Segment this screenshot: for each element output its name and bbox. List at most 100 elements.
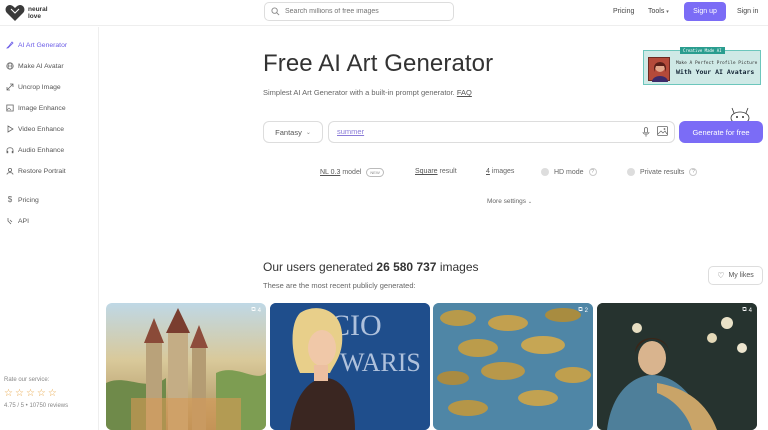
private-results-toggle[interactable]: Private results ? — [627, 168, 698, 176]
generated-prefix: Our users generated — [263, 260, 374, 274]
svg-text:WARIS: WARIS — [340, 348, 421, 377]
play-icon — [7, 125, 14, 133]
new-badge: NEW — [366, 168, 384, 177]
sidebar-item-api[interactable]: API — [6, 215, 29, 227]
headphones-icon — [6, 147, 14, 154]
faq-link[interactable]: FAQ — [457, 88, 472, 97]
private-results-label: Private results — [640, 168, 685, 176]
logo-text: neural love — [28, 6, 48, 20]
model-option[interactable]: NL 0.3 model NEW — [320, 168, 384, 177]
count-value: 4 — [748, 307, 752, 314]
generated-suffix: images — [439, 260, 479, 274]
star-icon[interactable]: ☆ — [26, 389, 35, 399]
info-icon[interactable]: ? — [588, 168, 597, 176]
star-icon[interactable]: ☆ — [37, 389, 46, 399]
rating-summary: 4.75 / 5 • 10750 reviews — [4, 403, 69, 409]
star-icon[interactable]: ☆ — [4, 389, 13, 399]
rating-stars[interactable]: ☆ ☆ ☆ ☆ ☆ — [4, 389, 57, 399]
image-count-option[interactable]: 4 images — [486, 168, 514, 175]
star-icon[interactable]: ☆ — [48, 389, 57, 399]
ad-line-1: Make A Perfect Profile Picture — [676, 61, 758, 66]
chevron-down-icon: ⌄ — [305, 129, 311, 136]
model-suffix: model — [342, 169, 362, 176]
sidebar-item-pricing[interactable]: $ Pricing — [6, 194, 39, 206]
model-option-text: NL 0.3 model — [320, 169, 361, 176]
sidebar-item-label: Pricing — [18, 196, 39, 204]
aspect-link[interactable]: Square — [415, 168, 438, 175]
microphone-icon[interactable] — [642, 127, 650, 137]
star-icon[interactable]: ☆ — [15, 389, 24, 399]
model-link[interactable]: NL 0.3 — [320, 169, 340, 176]
prompt-field[interactable] — [328, 121, 675, 143]
sidebar-item-label: Audio Enhance — [18, 146, 65, 154]
search-input[interactable] — [285, 8, 445, 15]
sidebar-item-label: AI Art Generator — [18, 41, 68, 49]
sidebar-item-label: Uncrop Image — [18, 83, 61, 91]
avatar-ad-banner[interactable]: Creative Made AI Make A Perfect Profile … — [643, 47, 761, 85]
chevron-down-icon: ▾ — [666, 9, 669, 15]
sidebar-item-uncrop-image[interactable]: Uncrop Image — [6, 81, 61, 93]
aspect-option-text: Square result — [415, 168, 457, 175]
my-likes-button[interactable]: ♡ My likes — [708, 266, 763, 285]
subtitle-text: Simplest AI Art Generator with a built-i… — [263, 88, 455, 97]
api-icon — [7, 218, 13, 225]
count-value: 2 — [584, 307, 588, 314]
nav-tools[interactable]: Tools ▾ — [648, 8, 669, 15]
more-settings[interactable]: More settings ⌄ — [487, 198, 532, 205]
sidebar-item-restore-portrait[interactable]: Restore Portrait — [6, 165, 66, 177]
image-count-suffix: images — [491, 168, 515, 175]
gallery-image-castle[interactable]: ⧉ 4 — [106, 303, 266, 430]
sidebar-item-video-enhance[interactable]: Video Enhance — [6, 123, 64, 135]
generated-count: 26 580 737 — [376, 260, 437, 274]
image-count-link[interactable]: 4 — [486, 168, 490, 175]
style-value: Fantasy — [275, 127, 302, 137]
sidebar-item-ai-art-generator[interactable]: AI Art Generator — [6, 39, 67, 51]
top-bar: neural love Pricing Tools ▾ Sign up Sign… — [0, 0, 768, 26]
chevron-down-icon: ⌄ — [527, 199, 533, 205]
generate-button[interactable]: Generate for free — [679, 121, 763, 143]
dollar-icon: $ — [7, 195, 13, 204]
generated-heading: Our users generated 26 580 737 images — [263, 260, 479, 274]
signup-button[interactable]: Sign up — [684, 2, 726, 21]
aspect-option[interactable]: Square result — [415, 168, 457, 175]
toggle-dot[interactable] — [541, 168, 549, 176]
hd-mode-label: HD mode — [554, 168, 584, 176]
stack-icon: ⧉ — [578, 307, 583, 313]
style-select[interactable]: Fantasy ⌄ — [263, 121, 323, 143]
expand-icon — [6, 83, 14, 91]
my-likes-label: My likes — [728, 272, 754, 279]
stack-icon: ⧉ — [742, 307, 747, 313]
aspect-suffix: result — [439, 168, 457, 175]
image-upload-icon[interactable] — [657, 126, 668, 136]
gallery-image-coins[interactable]: ⧉ 2 — [433, 303, 593, 430]
stack-icon: ⧉ — [251, 307, 256, 313]
toggle-dot[interactable] — [627, 168, 635, 176]
globe-icon — [6, 62, 14, 70]
portrait-icon — [6, 167, 14, 175]
rate-label: Rate our service: — [4, 377, 50, 383]
nav-pricing[interactable]: Pricing — [613, 8, 634, 15]
hd-mode-toggle[interactable]: HD mode ? — [541, 168, 597, 176]
prompt-input[interactable] — [337, 127, 617, 136]
logo[interactable]: neural love — [5, 4, 54, 22]
sidebar-item-label: Video Enhance — [18, 125, 64, 133]
info-icon[interactable]: ? — [689, 168, 698, 176]
ad-tag: Creative Made AI — [680, 47, 725, 54]
search-icon — [271, 7, 280, 16]
gallery-image-painting[interactable]: ⧉ 4 — [597, 303, 757, 430]
image-count-badge: ⧉ 4 — [742, 307, 752, 314]
heart-icon: ♡ — [717, 271, 725, 280]
sidebar-item-image-enhance[interactable]: Image Enhance — [6, 102, 66, 114]
sidebar-item-label: API — [18, 217, 29, 225]
image-icon — [6, 104, 14, 112]
search-bar[interactable] — [264, 2, 454, 21]
image-count-text: 4 images — [486, 168, 514, 175]
more-settings-label: More settings — [487, 198, 527, 205]
signin-link[interactable]: Sign in — [737, 8, 758, 15]
brush-icon — [6, 41, 14, 49]
image-count-badge: ⧉ 2 — [578, 307, 588, 314]
count-value: 4 — [257, 307, 261, 314]
sidebar-item-make-ai-avatar[interactable]: Make AI Avatar — [6, 60, 64, 72]
sidebar-item-audio-enhance[interactable]: Audio Enhance — [6, 144, 64, 156]
gallery-image-portrait[interactable]: CIO WARIS — [270, 303, 430, 430]
